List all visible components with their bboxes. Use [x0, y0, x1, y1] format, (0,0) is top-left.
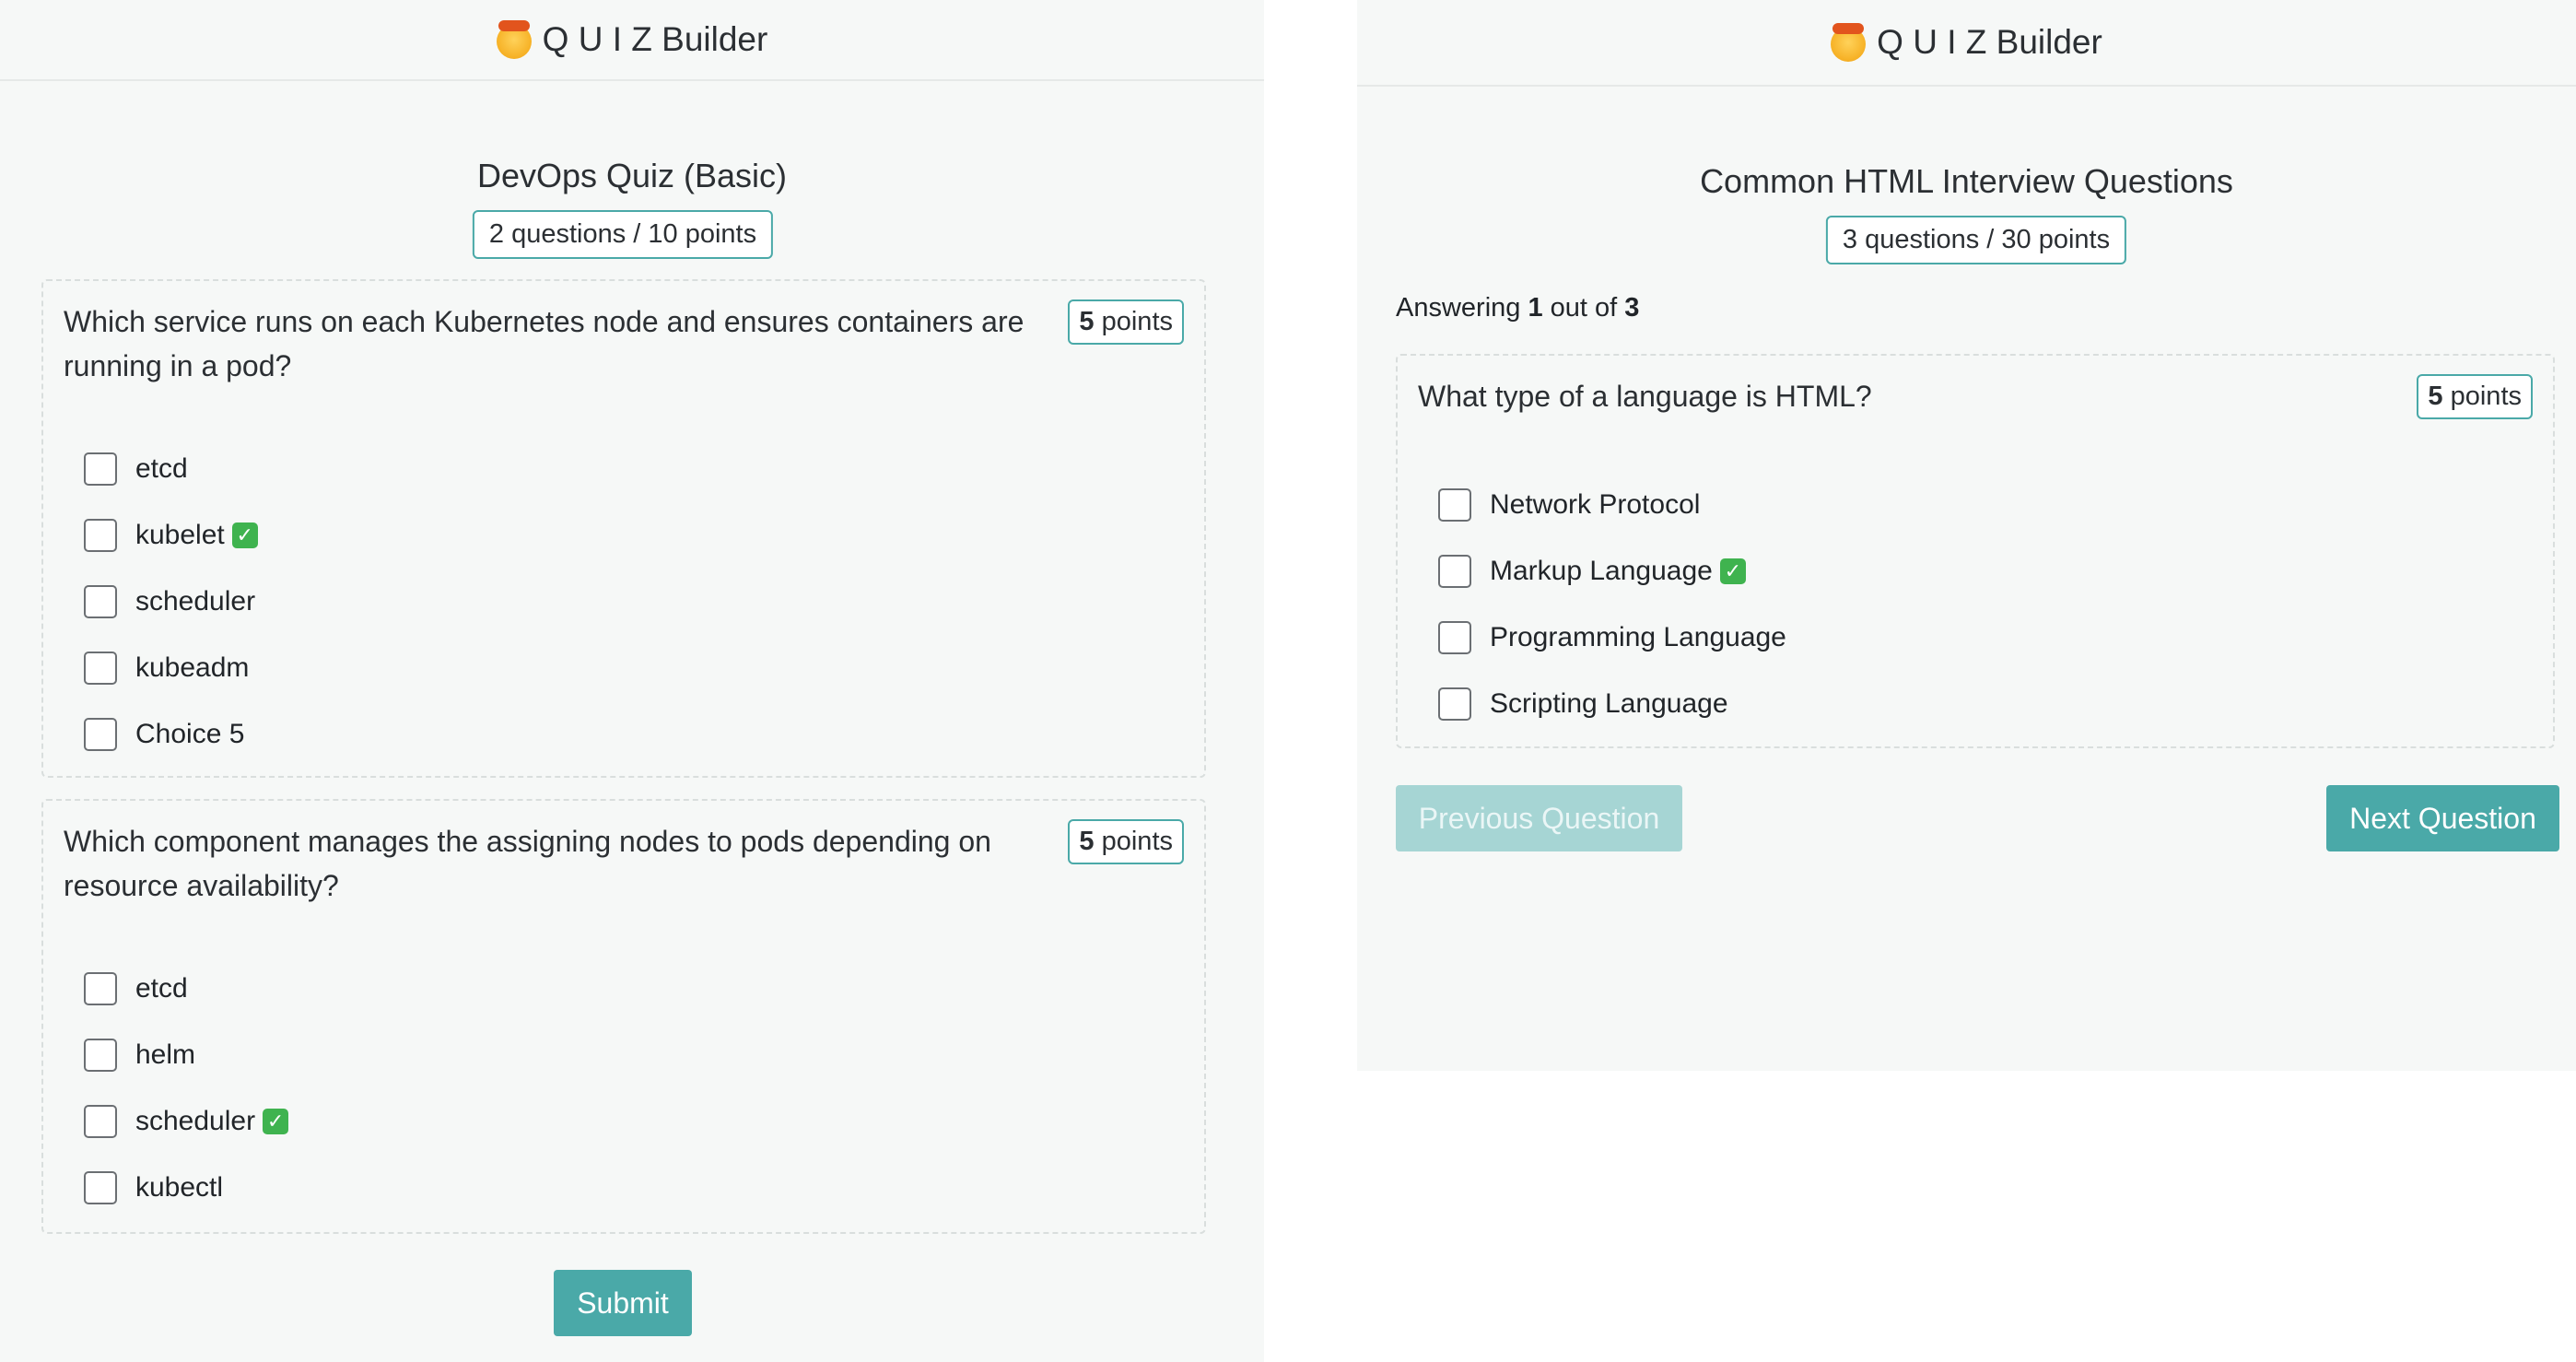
quiz-preview-right: Q U I Z Builder Common HTML Interview Qu…	[1357, 0, 2576, 1071]
choice-item[interactable]: Choice 5	[84, 714, 244, 755]
choice-label: kubeadm	[135, 652, 250, 683]
choice-item[interactable]: kubelet ✓	[84, 515, 258, 556]
choice-checkbox[interactable]	[1438, 555, 1471, 588]
choice-item[interactable]: kubeadm	[84, 648, 249, 688]
points-badge: 5 points	[2417, 374, 2533, 419]
choice-item[interactable]: helm	[84, 1035, 195, 1075]
choice-item[interactable]: Scripting Language	[1438, 684, 1728, 724]
choice-label: Programming Language	[1490, 622, 1786, 652]
next-question-button[interactable]: Next Question	[2326, 785, 2559, 851]
choice-item[interactable]: etcd	[84, 449, 188, 489]
brand-title[interactable]: Q U I Z Builder	[1877, 23, 2102, 62]
choice-item[interactable]: etcd	[84, 969, 188, 1009]
submit-button[interactable]: Submit	[554, 1270, 692, 1336]
progress-text: Answering 1 out of 3	[1396, 293, 1640, 323]
check-mark-icon: ✓	[263, 1109, 289, 1134]
choice-checkbox[interactable]	[84, 1105, 117, 1138]
choice-checkbox[interactable]	[84, 1039, 117, 1072]
question-card-1: Which service runs on each Kubernetes no…	[41, 279, 1206, 778]
choice-label: helm	[135, 1039, 196, 1070]
navbar: Q U I Z Builder	[0, 0, 1264, 81]
quiz-title: DevOps Quiz (Basic)	[476, 157, 788, 194]
exploding-head-icon	[496, 20, 532, 59]
choice-label: Choice 5	[135, 719, 245, 749]
quiz-summary-badge: 2 questions / 10 points	[472, 210, 774, 259]
choice-label: kubectl	[135, 1172, 224, 1203]
choice-label: etcd	[135, 453, 188, 484]
choice-label: Markup Language	[1490, 556, 1713, 586]
quiz-summary-badge: 3 questions / 30 points	[1825, 216, 2127, 264]
choice-checkbox[interactable]	[1438, 488, 1471, 522]
question-text: Which component manages the assigning no…	[64, 825, 991, 902]
check-mark-icon: ✓	[1719, 558, 1746, 584]
check-mark-icon: ✓	[231, 522, 258, 548]
exploding-head-icon	[1831, 23, 1867, 62]
quiz-preview-left: Q U I Z Builder DevOps Quiz (Basic) 2 qu…	[0, 0, 1264, 1362]
choice-item[interactable]: Network Protocol	[1438, 485, 1700, 525]
choice-label: etcd	[135, 973, 188, 1004]
brand-title[interactable]: Q U I Z Builder	[543, 20, 768, 59]
choice-label: Network Protocol	[1490, 489, 1701, 520]
choice-checkbox[interactable]	[84, 585, 117, 618]
choice-checkbox[interactable]	[1438, 621, 1471, 654]
question-card: What type of a language is HTML? 5 point…	[1396, 354, 2555, 748]
choice-checkbox[interactable]	[84, 1171, 117, 1204]
navbar: Q U I Z Builder	[1357, 0, 2576, 87]
choice-item[interactable]: kubectl	[84, 1168, 223, 1208]
progress-total: 3	[1624, 293, 1640, 323]
choice-item[interactable]: Programming Language	[1438, 617, 1786, 658]
choice-checkbox[interactable]	[84, 972, 117, 1005]
quiz-title: Common HTML Interview Questions	[1700, 162, 2233, 200]
choice-label: kubelet	[135, 520, 225, 550]
choice-checkbox[interactable]	[84, 519, 117, 552]
question-text: What type of a language is HTML?	[1418, 380, 1872, 413]
choice-checkbox[interactable]	[84, 452, 117, 486]
choice-item[interactable]: Markup Language ✓	[1438, 551, 1746, 592]
question-card-2: Which component manages the assigning no…	[41, 799, 1206, 1234]
choice-label: scheduler	[135, 1106, 256, 1136]
choice-checkbox[interactable]	[84, 718, 117, 751]
question-text: Which service runs on each Kubernetes no…	[64, 305, 1025, 382]
choice-label: scheduler	[135, 586, 256, 616]
progress-current: 1	[1528, 293, 1543, 323]
points-badge: 5 points	[1068, 299, 1184, 345]
points-badge: 5 points	[1068, 819, 1184, 864]
choice-checkbox[interactable]	[1438, 687, 1471, 721]
choice-label: Scripting Language	[1490, 688, 1728, 719]
previous-question-button[interactable]: Previous Question	[1396, 785, 1682, 851]
choice-checkbox[interactable]	[84, 652, 117, 685]
choice-item[interactable]: scheduler	[84, 581, 255, 622]
choice-item[interactable]: scheduler ✓	[84, 1101, 289, 1142]
